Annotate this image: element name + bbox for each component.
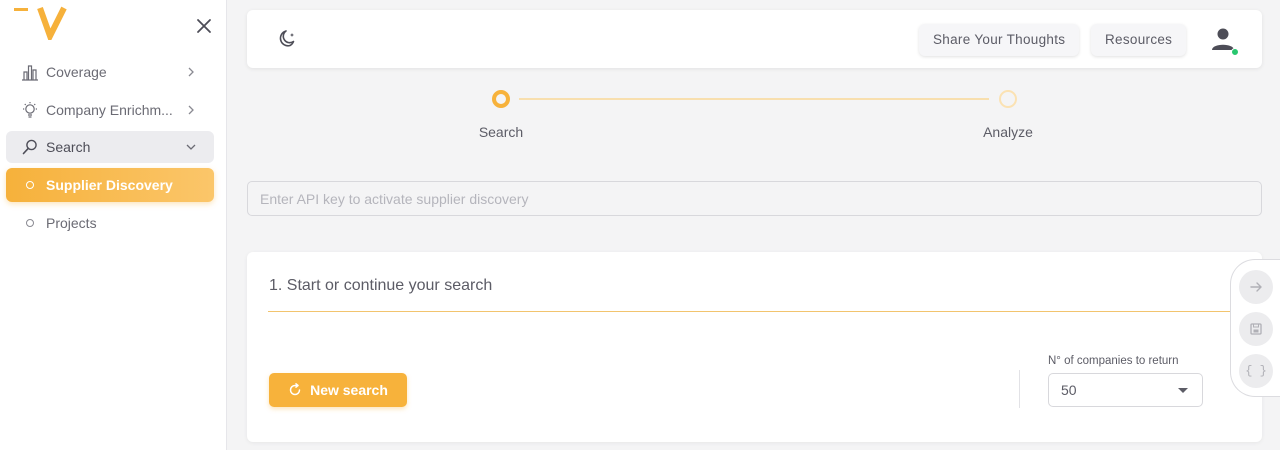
chevron-right-icon xyxy=(188,67,194,77)
step-analyze-label: Analyze xyxy=(983,124,1033,140)
share-thoughts-button[interactable]: Share Your Thoughts xyxy=(919,24,1080,56)
floating-action-rail: { } xyxy=(1230,259,1280,397)
sidebar-item-label: Coverage xyxy=(46,64,107,80)
save-icon xyxy=(1250,323,1262,335)
circle-icon xyxy=(26,181,34,189)
companies-count-label: N° of companies to return xyxy=(1048,355,1179,367)
arrow-right-icon xyxy=(1250,282,1262,292)
chevron-right-icon xyxy=(188,105,194,115)
companies-count-select[interactable]: 50 xyxy=(1048,373,1203,407)
search-card: 1. Start or continue your search New sea… xyxy=(247,252,1262,442)
sidebar-item-label: Search xyxy=(46,139,91,155)
step-search-label: Search xyxy=(478,124,524,140)
close-sidebar-button[interactable] xyxy=(194,16,214,36)
logo[interactable] xyxy=(14,4,70,44)
step-analyze-indicator[interactable] xyxy=(999,90,1017,108)
card-title: 1. Start or continue your search xyxy=(269,277,493,294)
circle-icon xyxy=(26,219,34,227)
divider xyxy=(1019,370,1020,408)
companies-count-value: 50 xyxy=(1061,382,1077,398)
refresh-icon xyxy=(289,383,301,396)
api-key-input[interactable] xyxy=(247,181,1262,216)
resources-button[interactable]: Resources xyxy=(1091,24,1187,56)
stepper-connector xyxy=(519,98,989,100)
sidebar-item-label: Company Enrichm... xyxy=(46,102,173,118)
user-avatar[interactable] xyxy=(1209,26,1239,56)
new-search-label: New search xyxy=(310,382,388,398)
sidebar-item-company-enrichment[interactable]: Company Enrichm... xyxy=(6,94,214,126)
json-view-button[interactable]: { } xyxy=(1239,354,1273,388)
next-button[interactable] xyxy=(1239,270,1273,304)
sidebar-item-coverage[interactable]: Coverage xyxy=(6,56,214,88)
sidebar-subitem-label: Projects xyxy=(46,215,97,231)
step-search-indicator[interactable] xyxy=(492,90,510,108)
save-button[interactable] xyxy=(1239,312,1273,346)
top-header: Share Your Thoughts Resources xyxy=(247,10,1262,68)
lightbulb-icon xyxy=(20,100,40,120)
close-icon xyxy=(197,19,211,33)
sidebar-item-search[interactable]: Search xyxy=(6,131,214,163)
chevron-down-icon xyxy=(186,144,196,150)
sidebar-subitem-label: Supplier Discovery xyxy=(46,177,173,193)
sidebar-subitem-supplier-discovery[interactable]: Supplier Discovery xyxy=(6,168,214,202)
theme-toggle-button[interactable] xyxy=(275,27,299,51)
braces-icon: { } xyxy=(1245,364,1267,378)
caret-down-icon xyxy=(1178,388,1188,393)
bar-chart-icon xyxy=(20,62,40,82)
search-icon xyxy=(20,137,40,157)
divider xyxy=(268,311,1262,312)
moon-icon xyxy=(279,30,295,47)
sidebar: Coverage Company Enrichm... Search Suppl… xyxy=(0,0,227,450)
sidebar-subitem-projects[interactable]: Projects xyxy=(6,206,214,240)
new-search-button[interactable]: New search xyxy=(269,373,407,407)
online-status-dot xyxy=(1231,48,1239,56)
